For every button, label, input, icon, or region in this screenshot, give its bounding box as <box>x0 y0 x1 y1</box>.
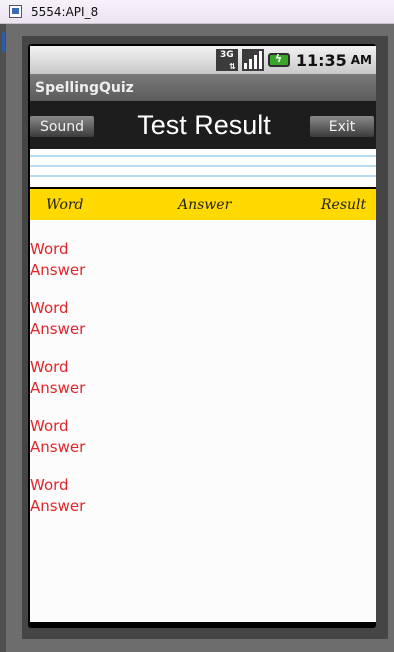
window-titlebar: 5554:API_8 <box>0 0 394 24</box>
list-item: Word Answer <box>30 239 85 281</box>
column-result: Result <box>321 197 367 213</box>
result-answer: Answer <box>30 438 86 456</box>
results-list: Word Answer Word Answer Word Answer Word… <box>30 220 376 622</box>
status-bar: 3G 11:35 AM <box>30 46 376 74</box>
signal-strength-icon <box>241 49 264 71</box>
column-word: Word <box>46 197 84 213</box>
app-title: SpellingQuiz <box>35 79 134 96</box>
paper-line <box>30 165 376 167</box>
result-word: Word <box>30 240 69 258</box>
page-title: Test Result <box>137 110 271 140</box>
paper-line <box>30 175 376 177</box>
battery-charging-icon <box>267 52 290 67</box>
status-ampm: AM <box>350 53 372 67</box>
exit-button[interactable]: Exit <box>310 116 374 137</box>
app-title-bar: SpellingQuiz <box>30 74 376 101</box>
result-word: Word <box>30 417 69 435</box>
result-answer: Answer <box>30 379 86 397</box>
result-answer: Answer <box>30 497 86 515</box>
result-word: Word <box>30 476 69 494</box>
paper-line <box>30 155 376 157</box>
list-item: Word Answer <box>30 298 85 340</box>
lined-paper-decoration <box>30 149 376 187</box>
window-left-edge <box>0 24 6 652</box>
list-item: Word Answer <box>30 416 85 458</box>
status-time: 11:35 <box>295 50 347 70</box>
network-3g-icon: 3G <box>215 49 238 71</box>
list-item: Word Answer <box>30 475 85 517</box>
window-app-icon <box>9 5 22 18</box>
result-answer: Answer <box>30 261 86 279</box>
column-answer: Answer <box>178 197 232 213</box>
list-item: Word Answer <box>30 357 85 399</box>
result-word: Word <box>30 358 69 376</box>
result-word: Word <box>30 299 69 317</box>
window-title: 5554:API_8 <box>31 4 99 19</box>
result-header: Sound Test Result Exit <box>30 101 376 149</box>
column-header: Word Answer Result <box>30 189 376 220</box>
result-answer: Answer <box>30 320 86 338</box>
sound-button[interactable]: Sound <box>30 116 94 137</box>
